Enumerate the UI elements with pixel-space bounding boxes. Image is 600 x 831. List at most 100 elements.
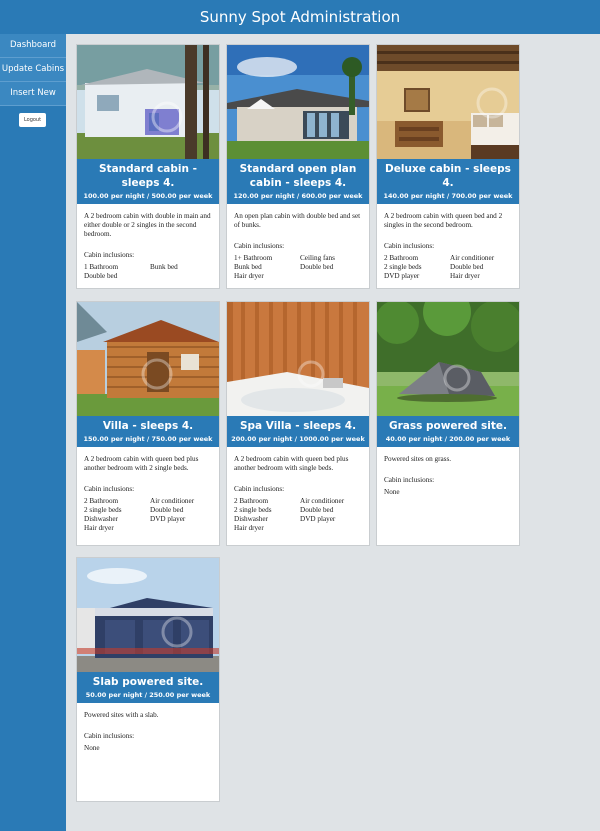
inclusions-label: Cabin inclusions: [84, 732, 135, 740]
inclusion-item: Hair dryer [450, 272, 480, 280]
cabin-card: Standard open plan cabin - sleeps 4. 120… [226, 44, 370, 289]
inclusion-item: 1+ Bathroom [234, 254, 273, 262]
inclusions-label: Cabin inclusions: [84, 485, 135, 493]
cabin-price: 120.00 per night / 600.00 per week [233, 192, 363, 200]
inclusion-item: Dishwasher [234, 515, 268, 523]
cabin-title-bar: Spa Villa - sleeps 4. 200.00 per night /… [227, 416, 369, 447]
inclusion-item: Double bed [300, 263, 334, 271]
cabin-name: Spa Villa - sleeps 4. [239, 420, 357, 432]
inclusion-item: Bunk bed [234, 263, 262, 271]
cabin-name: Deluxe cabin - sleeps 4. [385, 163, 511, 189]
inclusion-item: 1 Bathroom [84, 263, 119, 271]
cabin-name: Slab powered site. [92, 676, 204, 688]
cabin-price: 200.00 per night / 1000.00 per week [231, 435, 365, 443]
cabin-description: A 2 bedroom cabin with queen bed and 2 s… [384, 212, 503, 229]
cabin-card: Villa - sleeps 4. 150.00 per night / 750… [76, 301, 220, 546]
cabin-name: Grass powered site. [388, 420, 508, 432]
page-title: Sunny Spot Administration [199, 8, 401, 26]
cabin-name: Standard open plan cabin - sleeps 4. [239, 163, 357, 189]
cabin-title-bar: Standard open plan cabin - sleeps 4. 120… [227, 159, 369, 204]
inclusion-item: Hair dryer [234, 272, 264, 280]
cabin-details: A 2 bedroom cabin with double in main an… [77, 204, 219, 287]
cabin-details: Powered sites on grass. Cabin inclusions… [377, 447, 519, 503]
nav-dashboard[interactable]: Dashboard [0, 34, 66, 58]
inclusion-item: None [384, 488, 400, 496]
cabin-description: A 2 bedroom cabin with queen bed plus an… [84, 455, 199, 472]
cabin-photo [377, 302, 519, 416]
inclusion-item: DVD player [150, 515, 186, 523]
sidebar: Dashboard Update Cabins Insert New Logou… [0, 34, 66, 831]
cabin-details: An open plan cabin with double bed and s… [227, 204, 369, 287]
inclusion-item: 2 single beds [84, 506, 122, 514]
inclusion-item: 2 single beds [234, 506, 272, 514]
inclusions-list: 2 Bathroom Air conditioner 2 single beds… [234, 497, 362, 533]
inclusions-list: None [84, 744, 212, 753]
app-header: Sunny Spot Administration [0, 0, 600, 34]
cabin-card: Slab powered site. 50.00 per night / 250… [76, 557, 220, 802]
inclusion-item: Air conditioner [450, 254, 495, 262]
cabin-price: 100.00 per night / 500.00 per week [83, 192, 213, 200]
inclusion-item: Ceiling fans [300, 254, 335, 262]
cabin-description: An open plan cabin with double bed and s… [234, 212, 361, 229]
inclusion-item: DVD player [300, 515, 336, 523]
cabin-description: Powered sites with a slab. [84, 711, 159, 719]
inclusions-list: None [384, 488, 512, 497]
cabin-title-bar: Slab powered site. 50.00 per night / 250… [77, 672, 219, 703]
cabin-photo [77, 558, 219, 672]
nav-update-cabins[interactable]: Update Cabins [0, 58, 66, 82]
cabin-card: Deluxe cabin - sleeps 4. 140.00 per nigh… [376, 44, 520, 289]
cabin-photo [227, 302, 369, 416]
cabin-photo [377, 45, 519, 159]
inclusion-item: 2 Bathroom [84, 497, 119, 505]
cabin-photo [227, 45, 369, 159]
inclusion-item: 2 single beds [384, 263, 422, 271]
cabin-description: A 2 bedroom cabin with queen bed plus an… [234, 455, 349, 472]
inclusion-item: Hair dryer [84, 524, 114, 532]
inclusion-item: Hair dryer [234, 524, 264, 532]
inclusions-list: 1 Bathroom Bunk bed Double bed [84, 263, 212, 281]
cabin-details: Powered sites with a slab. Cabin inclusi… [77, 703, 219, 759]
cabin-title-bar: Standard cabin - sleeps 4. 100.00 per ni… [77, 159, 219, 204]
cabin-description: A 2 bedroom cabin with double in main an… [84, 212, 211, 238]
inclusions-label: Cabin inclusions: [84, 251, 135, 259]
inclusions-label: Cabin inclusions: [384, 476, 435, 484]
inclusion-item: 2 Bathroom [384, 254, 419, 262]
inclusions-list: 2 Bathroom Air conditioner 2 single beds… [384, 254, 512, 281]
cabin-description: Powered sites on grass. [384, 455, 452, 463]
cabin-title-bar: Grass powered site. 40.00 per night / 20… [377, 416, 519, 447]
cabin-price: 40.00 per night / 200.00 per week [385, 435, 511, 443]
cabin-price: 150.00 per night / 750.00 per week [83, 435, 213, 443]
cabin-photo [77, 302, 219, 416]
inclusions-list: 1+ Bathroom Ceiling fans Bunk bed Double… [234, 254, 362, 281]
cabin-price: 50.00 per night / 250.00 per week [85, 691, 211, 699]
cabin-name: Standard cabin - sleeps 4. [98, 163, 197, 189]
inclusion-item: Double bed [84, 272, 118, 280]
inclusion-item: Double bed [150, 506, 184, 514]
inclusion-item: Air conditioner [150, 497, 195, 505]
cabin-details: A 2 bedroom cabin with queen bed plus an… [77, 447, 219, 539]
cabin-card: Standard cabin - sleeps 4. 100.00 per ni… [76, 44, 220, 289]
inclusion-item: None [84, 744, 100, 752]
inclusion-item: Air conditioner [300, 497, 345, 505]
inclusion-item: Bunk bed [150, 263, 178, 271]
inclusion-item: Dishwasher [84, 515, 118, 523]
cabin-name: Villa - sleeps 4. [102, 420, 194, 432]
cabin-details: A 2 bedroom cabin with queen bed and 2 s… [377, 204, 519, 287]
cabin-card: Spa Villa - sleeps 4. 200.00 per night /… [226, 301, 370, 546]
cabin-photo [77, 45, 219, 159]
logout-button[interactable]: Logout [19, 113, 46, 127]
inclusion-item: 2 Bathroom [234, 497, 269, 505]
cabin-details: A 2 bedroom cabin with queen bed plus an… [227, 447, 369, 539]
inclusion-item: Double bed [450, 263, 484, 271]
inclusions-list: 2 Bathroom Air conditioner 2 single beds… [84, 497, 212, 533]
cabin-card: Grass powered site. 40.00 per night / 20… [376, 301, 520, 546]
inclusions-label: Cabin inclusions: [234, 242, 285, 250]
inclusion-item: DVD player [384, 272, 420, 280]
cabin-title-bar: Deluxe cabin - sleeps 4. 140.00 per nigh… [377, 159, 519, 204]
inclusion-item: Double bed [300, 506, 334, 514]
cabin-title-bar: Villa - sleeps 4. 150.00 per night / 750… [77, 416, 219, 447]
cabin-price: 140.00 per night / 700.00 per week [383, 192, 513, 200]
inclusions-label: Cabin inclusions: [384, 242, 435, 250]
nav-insert-new[interactable]: Insert New [0, 82, 66, 106]
inclusions-label: Cabin inclusions: [234, 485, 285, 493]
